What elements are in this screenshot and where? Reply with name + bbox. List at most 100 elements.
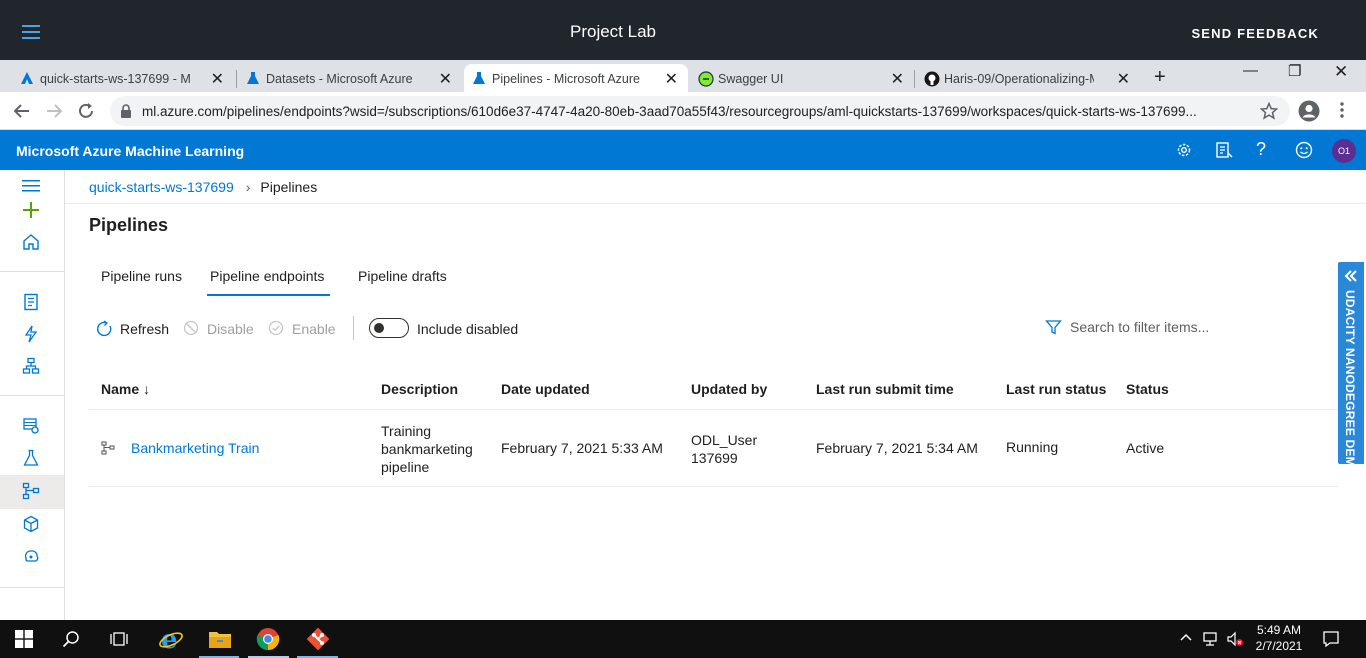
endpoints-icon[interactable]	[22, 547, 40, 565]
minimize-window-icon[interactable]: —	[1243, 62, 1258, 79]
chrome-icon[interactable]	[256, 627, 280, 651]
browser-menu-icon[interactable]	[1340, 102, 1344, 118]
bookmark-star-icon[interactable]	[1260, 102, 1278, 120]
url-text: ml.azure.com/pipelines/endpoints?wsid=/s…	[142, 104, 1197, 119]
tab-label: Haris-09/Operationalizing-Ma	[944, 72, 1094, 86]
browser-tab-strip: quick-starts-ws-137699 - Micr ✕ Datasets…	[0, 60, 1366, 92]
file-explorer-icon[interactable]	[208, 629, 232, 649]
browser-tab-swagger[interactable]: Swagger UI ✕	[690, 64, 914, 92]
tab-divider	[236, 70, 237, 88]
tab-label: Datasets - Microsoft Azure Ma	[266, 72, 416, 86]
row-status: Active	[1126, 440, 1165, 456]
breadcrumb-current: Pipelines	[260, 179, 318, 195]
new-tab-button[interactable]: +	[1154, 66, 1166, 89]
browser-tab-workspace[interactable]: quick-starts-ws-137699 - Micr ✕	[12, 64, 234, 92]
action-center-icon[interactable]	[1322, 630, 1340, 648]
swagger-icon	[698, 71, 714, 87]
models-icon[interactable]	[22, 515, 40, 533]
tab-pipeline-runs[interactable]: Pipeline runs	[101, 268, 182, 284]
user-avatar[interactable]: O1	[1332, 139, 1356, 163]
datasets-icon[interactable]	[22, 417, 40, 435]
restore-window-icon[interactable]: ❐	[1288, 62, 1301, 80]
designer-icon[interactable]	[22, 357, 40, 375]
disable-icon	[183, 320, 199, 336]
search-icon[interactable]	[62, 630, 80, 648]
taskbar-clock[interactable]: 5:49 AM 2/7/2021	[1250, 622, 1308, 654]
browser-tab-datasets[interactable]: Datasets - Microsoft Azure Ma ✕	[238, 64, 462, 92]
column-header-status[interactable]: Status	[1126, 381, 1169, 397]
azure-ml-icon	[20, 71, 34, 85]
browser-tab-github[interactable]: Haris-09/Operationalizing-Ma ✕	[916, 64, 1140, 92]
git-gui-icon[interactable]	[305, 626, 331, 652]
lab-header: Project Lab SEND FEEDBACK	[0, 0, 1366, 60]
rail-divider	[0, 271, 64, 272]
enable-check-icon	[268, 320, 284, 336]
pipelines-icon[interactable]	[22, 482, 40, 500]
divider	[89, 409, 1338, 410]
create-new-icon[interactable]	[22, 201, 40, 219]
row-date-updated: February 7, 2021 5:33 AM	[501, 440, 663, 456]
profile-icon[interactable]	[1298, 100, 1320, 122]
tab-pipeline-endpoints[interactable]: Pipeline endpoints	[210, 268, 324, 284]
browser-toolbar: ml.azure.com/pipelines/endpoints?wsid=/s…	[0, 92, 1366, 130]
pipeline-name-link[interactable]: Bankmarketing Train	[131, 439, 259, 457]
windows-taskbar: e	[0, 620, 1366, 658]
send-feedback-button[interactable]: SEND FEEDBACK	[1191, 26, 1319, 41]
include-disabled-toggle[interactable]	[369, 318, 409, 338]
volume-muted-icon[interactable]	[1226, 630, 1244, 648]
close-tab-icon[interactable]: ✕	[665, 69, 678, 89]
close-tab-icon[interactable]: ✕	[891, 69, 904, 89]
forward-icon[interactable]	[44, 101, 64, 121]
left-nav-rail	[0, 170, 65, 620]
udacity-side-panel-tab[interactable]: UDACITY NANODEGREE DEMO	[1338, 262, 1364, 476]
reload-icon[interactable]	[76, 101, 96, 121]
column-header-date-updated[interactable]: Date updated	[501, 381, 590, 397]
column-header-last-run-status[interactable]: Last run status	[1006, 381, 1106, 397]
breadcrumb: quick-starts-ws-137699 › Pipelines	[89, 179, 317, 195]
column-header-updated-by[interactable]: Updated by	[691, 381, 767, 397]
disable-label: Disable	[207, 321, 254, 337]
automated-ml-icon[interactable]	[22, 325, 40, 343]
internet-explorer-icon[interactable]: e	[158, 626, 184, 652]
notebooks-icon[interactable]	[22, 293, 40, 311]
toggle-knob	[374, 323, 384, 333]
help-icon[interactable]: ?	[1256, 139, 1266, 160]
close-window-icon[interactable]: ✕	[1334, 62, 1348, 82]
task-view-icon[interactable]	[110, 630, 128, 648]
close-tab-icon[interactable]: ✕	[439, 69, 452, 89]
column-header-name[interactable]: Name ↓	[101, 381, 150, 397]
row-description: Training bankmarketing pipeline	[381, 422, 473, 476]
back-icon[interactable]	[12, 101, 32, 121]
close-tab-icon[interactable]: ✕	[1117, 69, 1130, 89]
network-icon[interactable]	[1202, 630, 1220, 648]
tab-pipeline-drafts[interactable]: Pipeline drafts	[358, 268, 447, 284]
app-title: Microsoft Azure Machine Learning	[16, 143, 245, 159]
description-line: Training	[381, 423, 432, 439]
active-tab-indicator	[207, 294, 330, 296]
close-tab-icon[interactable]: ✕	[211, 69, 224, 89]
settings-gear-icon[interactable]	[1175, 141, 1193, 159]
updated-by-line: ODL_User	[691, 432, 758, 448]
windows-start-icon[interactable]	[15, 630, 33, 648]
expand-nav-icon[interactable]	[22, 179, 40, 193]
show-hidden-icons-chevron-icon[interactable]	[1180, 632, 1192, 642]
notifications-icon[interactable]	[1215, 141, 1233, 159]
breadcrumb-workspace-link[interactable]: quick-starts-ws-137699	[89, 179, 234, 195]
double-chevron-left-icon	[1344, 269, 1358, 283]
clock-date: 2/7/2021	[1255, 639, 1303, 653]
column-header-last-run-submit-time[interactable]: Last run submit time	[816, 381, 954, 397]
address-bar[interactable]: ml.azure.com/pipelines/endpoints?wsid=/s…	[110, 96, 1290, 126]
row-updated-by: ODL_User 137699	[691, 431, 757, 467]
feedback-smiley-icon[interactable]	[1295, 141, 1313, 159]
pipeline-icon	[101, 441, 115, 455]
tab-label: Swagger UI	[718, 72, 784, 86]
experiments-icon[interactable]	[22, 449, 40, 467]
tab-label: quick-starts-ws-137699 - Micr	[40, 72, 190, 86]
chevron-right-icon: ›	[245, 179, 251, 195]
browser-tab-pipelines[interactable]: Pipelines - Microsoft Azure Ma ✕	[464, 64, 688, 92]
github-icon	[924, 71, 940, 87]
home-icon[interactable]	[22, 233, 40, 251]
side-panel-label: UDACITY NANODEGREE DEMO	[1343, 290, 1357, 477]
column-header-description[interactable]: Description	[381, 381, 458, 397]
divider	[65, 203, 1366, 204]
